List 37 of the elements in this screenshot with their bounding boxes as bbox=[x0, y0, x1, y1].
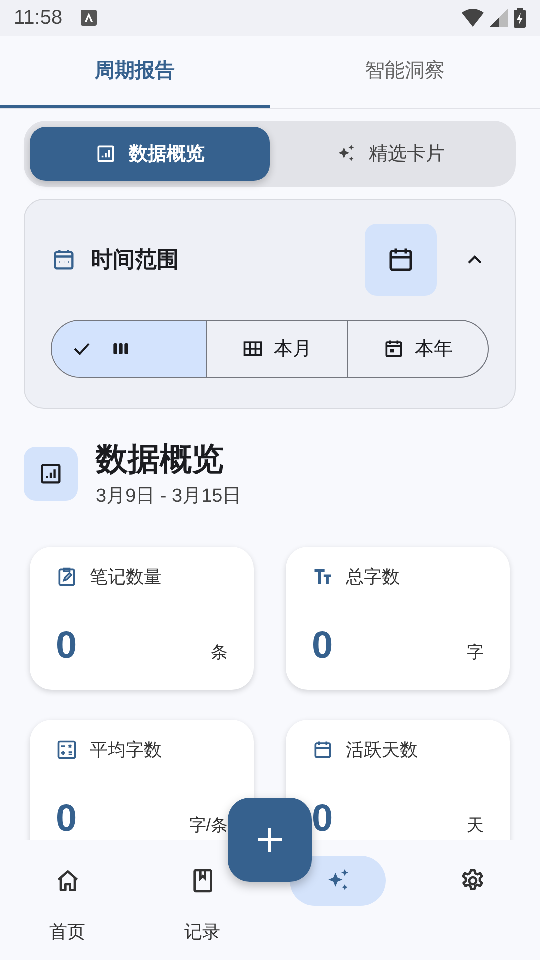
nav-item[interactable]: 首页 bbox=[0, 840, 135, 960]
stat-unit: 天 bbox=[467, 815, 484, 837]
range-option[interactable]: 本月 bbox=[206, 321, 347, 377]
section-title: 时间范围 bbox=[91, 246, 180, 274]
view-toggle-button[interactable]: 数据概览 bbox=[30, 127, 270, 181]
stat-value: 0 bbox=[312, 625, 334, 668]
calendar-icon bbox=[383, 338, 405, 360]
notification-icon bbox=[80, 10, 97, 26]
view-toggle-button[interactable]: 精选卡片 bbox=[270, 127, 510, 181]
range-option[interactable]: 本年 bbox=[347, 321, 488, 377]
range-option[interactable] bbox=[52, 321, 206, 377]
tab[interactable]: 周期报告 bbox=[0, 36, 270, 108]
stat-unit: 字 bbox=[467, 642, 484, 664]
calendar-icon bbox=[312, 739, 334, 761]
stat-value: 0 bbox=[312, 798, 334, 841]
stat-value: 0 bbox=[56, 798, 78, 841]
stat-label: 活跃天数 bbox=[346, 739, 418, 762]
stat-label: 总字数 bbox=[346, 566, 400, 589]
stat-label: 平均字数 bbox=[90, 739, 162, 762]
tab[interactable]: 智能洞察 bbox=[270, 36, 540, 108]
stat-value: 0 bbox=[56, 625, 78, 668]
stat-unit: 字/条 bbox=[189, 815, 228, 837]
date-picker-button[interactable] bbox=[365, 224, 437, 296]
add-button[interactable] bbox=[228, 798, 312, 882]
status-time: 11:58 bbox=[14, 6, 63, 30]
bar-chart-icon bbox=[95, 143, 117, 165]
stat-unit: 条 bbox=[211, 642, 228, 664]
clipboard-edit-icon bbox=[56, 566, 78, 588]
plus-icon bbox=[256, 826, 284, 854]
calculator-icon bbox=[56, 739, 78, 761]
wifi-icon bbox=[462, 9, 484, 27]
signal-icon bbox=[490, 9, 508, 27]
nav-item[interactable]: 记录 bbox=[135, 840, 270, 960]
overview-title: 数据概览 bbox=[96, 440, 225, 479]
stat-label: 笔记数量 bbox=[90, 566, 162, 589]
battery-icon bbox=[514, 8, 526, 28]
date-range: 3月9日 - 3月15日 bbox=[96, 485, 242, 509]
